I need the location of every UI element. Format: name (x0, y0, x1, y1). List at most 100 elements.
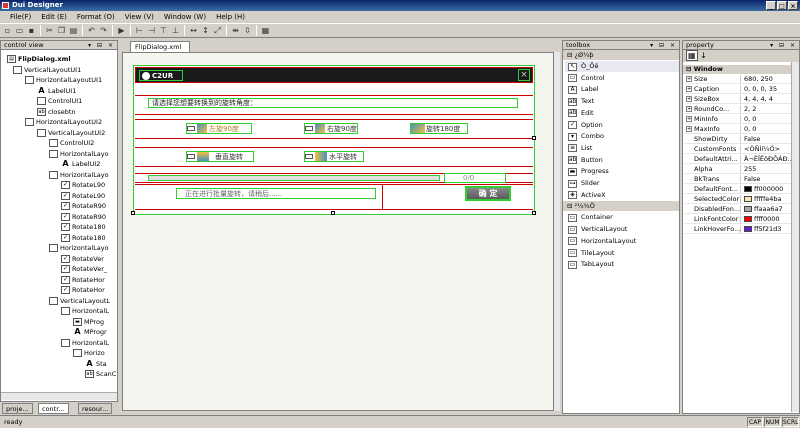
toolbox-section-controls[interactable]: ⊟ ¿Ø¼þ (563, 50, 679, 60)
property-row[interactable]: DefaultAttri... Ä¬ÈÏÊôÐÔÁÐ... (685, 155, 798, 164)
property-value[interactable]: False (744, 135, 760, 143)
property-value[interactable]: 0, 0, 0, 35 (744, 85, 777, 93)
menu-edit[interactable]: Edit (E) (37, 11, 71, 23)
menu-window[interactable]: Window (W) (160, 11, 210, 23)
align-top-icon[interactable]: ⊤ (158, 25, 169, 36)
property-row[interactable]: LinkFontColor ffff0000 (685, 215, 798, 224)
selection-handle[interactable] (532, 211, 536, 215)
tree-node[interactable]: RotateR90 (61, 201, 106, 211)
menu-view[interactable]: View (V) (121, 11, 158, 23)
property-row[interactable]: LinkHoverFo... ff5f21d3 (685, 225, 798, 234)
expand-icon[interactable]: + (686, 116, 692, 122)
tree-node[interactable]: HorizontalLayo (49, 243, 109, 253)
confirm-button[interactable]: 确 定 (465, 186, 511, 201)
tree-node[interactable]: RotateHor (61, 285, 105, 295)
toolbox-item[interactable]: ↖ Ò_Õë (565, 61, 679, 72)
property-value[interactable]: 4, 4, 4, 4 (744, 95, 773, 103)
property-row[interactable]: + SizeBox 4, 4, 4, 4 (685, 95, 798, 104)
toolbox-item[interactable]: ▭ Control (565, 73, 679, 84)
tree-node[interactable]: HorizontalL (61, 306, 109, 316)
property-value[interactable]: 680, 250 (744, 75, 773, 83)
tab-control[interactable]: contr... (38, 403, 69, 414)
selection-handle[interactable] (131, 211, 135, 215)
open-icon[interactable]: ▭ (14, 25, 25, 36)
copy-icon[interactable]: ❐ (56, 25, 67, 36)
property-value[interactable]: Ä¬ÈÏÊôÐÔÁÐ... (744, 155, 794, 163)
tree-node[interactable]: RotateHor (61, 275, 105, 285)
property-value[interactable]: ff000000 (754, 185, 783, 193)
maximize-button[interactable]: □ (777, 1, 787, 10)
alphabetical-icon[interactable]: ↓ (700, 51, 707, 60)
align-right-icon[interactable]: ⊣ (146, 25, 157, 36)
toolbox-item[interactable]: ≡ List (565, 143, 679, 154)
option-rotate-right-90[interactable]: 右旋90度 (304, 123, 358, 134)
design-vertical-scrollbar[interactable] (554, 52, 560, 411)
tree-node[interactable]: HorizontalLayo (49, 149, 109, 159)
panel-header-buttons[interactable]: ▾ ⊟ × (770, 41, 797, 50)
color-swatch[interactable] (744, 226, 752, 232)
property-row[interactable]: + Size 680, 250 (685, 75, 798, 84)
tree-node[interactable]: RotateL90 (61, 180, 105, 190)
same-size-icon[interactable]: ⤢ (212, 25, 223, 36)
tree-node[interactable]: RotateR90 (61, 212, 106, 222)
tree-node[interactable]: ▤ FlipDialog.xml (7, 54, 71, 64)
toolbox-item[interactable]: ▾ Combo (565, 131, 679, 142)
toolbox-layout-item[interactable]: ▭ HorizontalLayout (565, 236, 679, 247)
toolbox-item[interactable]: ⊶ Slider (565, 178, 679, 189)
expand-icon[interactable]: + (686, 96, 692, 102)
align-bottom-icon[interactable]: ⊥ (170, 25, 181, 36)
tree-node[interactable]: VerticalLayoutUI1 (13, 65, 81, 75)
tree-node[interactable]: RotateVer_ (61, 264, 107, 274)
toolbox-item[interactable]: ✓ Option (565, 120, 679, 131)
panel-header-buttons[interactable]: ▾ ⊟ × (88, 41, 115, 50)
toolbox-item[interactable]: ab Text (565, 96, 679, 107)
color-swatch[interactable] (744, 206, 752, 212)
save-icon[interactable]: ▪ (26, 25, 37, 36)
tree-node[interactable]: ab ScanC (85, 369, 116, 379)
tree-node[interactable]: Rotate180 (61, 222, 106, 232)
tree-node[interactable]: A MProgr (73, 327, 107, 337)
toolbox-item[interactable]: ab Button (565, 155, 679, 166)
toolbox-layout-item[interactable]: ▭ TileLayout (565, 248, 679, 259)
tree-node[interactable]: Rotate180 (61, 233, 106, 243)
property-row[interactable]: Alpha 255 (685, 165, 798, 174)
property-row[interactable]: CustomFonts <ÒÑÌí¼Ó> (685, 145, 798, 154)
property-value[interactable]: 2, 2 (744, 105, 756, 113)
property-scrollbar[interactable] (791, 62, 799, 412)
center-v-icon[interactable]: ⇳ (242, 25, 253, 36)
same-height-icon[interactable]: ↕ (200, 25, 211, 36)
tree-node[interactable]: A Sta (85, 359, 107, 369)
redo-icon[interactable]: ↷ (98, 25, 109, 36)
selection-handle[interactable] (331, 211, 335, 215)
property-row[interactable]: + Caption 0, 0, 0, 35 (685, 85, 798, 94)
align-left-icon[interactable]: ⊢ (134, 25, 145, 36)
property-value[interactable]: <ÒÑÌí¼Ó> (744, 145, 780, 153)
tree-node[interactable]: HorizontalLayoutUI2 (25, 117, 102, 127)
toolbox-section-layouts[interactable]: ⊟ ²¼¾Ö (563, 201, 679, 212)
option-rotate-180[interactable]: 旋转180度 (410, 123, 468, 134)
tab-resource[interactable]: resour... (78, 403, 113, 414)
property-value[interactable]: 255 (744, 165, 756, 173)
property-row[interactable]: SelectedColor fffffe4ba (685, 195, 798, 204)
undo-icon[interactable]: ↶ (86, 25, 97, 36)
minimize-button[interactable]: _ (766, 1, 776, 10)
tree-node[interactable]: VerticalLayoutL (49, 296, 110, 306)
categorized-icon[interactable]: ▦ (686, 50, 698, 61)
tree-node[interactable]: ab closebtn (37, 107, 76, 117)
tree-node[interactable]: A LabelUI2 (61, 159, 100, 169)
property-value[interactable]: 0, 0 (744, 125, 756, 133)
property-value[interactable]: ff5f21d3 (754, 225, 781, 233)
property-row[interactable]: ShowDirty False (685, 135, 798, 144)
menu-file[interactable]: File(F) (6, 11, 35, 23)
toolbox-item[interactable]: A Label (565, 84, 679, 95)
tree-node[interactable]: ControlUI2 (49, 138, 94, 148)
cut-icon[interactable]: ✂ (44, 25, 55, 36)
run-icon[interactable]: ▶ (116, 25, 127, 36)
tree-node[interactable]: ▬ MProg (73, 317, 104, 327)
tree-node[interactable]: Horizo (73, 348, 105, 358)
property-value[interactable]: False (744, 175, 760, 183)
color-swatch[interactable] (744, 196, 752, 202)
option-flip-horizontal[interactable]: 水平旋转 (304, 151, 364, 162)
menu-help[interactable]: Help (H) (212, 11, 249, 23)
same-width-icon[interactable]: ↔ (188, 25, 199, 36)
